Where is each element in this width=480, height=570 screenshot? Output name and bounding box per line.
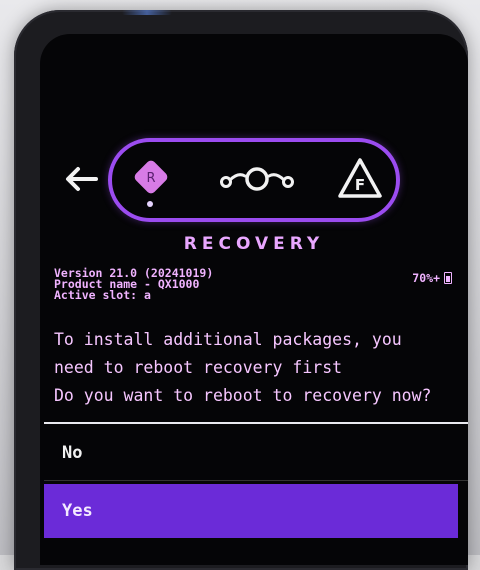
back-arrow-icon[interactable]: [60, 162, 102, 196]
mode-title: RECOVERY: [183, 234, 325, 254]
menu-divider: [44, 422, 468, 424]
battery-icon: [444, 272, 452, 284]
active-slot-text: Active slot: a: [54, 288, 151, 302]
menu-option-yes-label: Yes: [62, 501, 93, 521]
fastboot-f-letter: F: [355, 176, 365, 194]
recovery-r-letter: R: [146, 171, 155, 186]
recovery-screen: R F RECOVERY Version 21.0 (20241019) Pro…: [40, 34, 468, 565]
bezel-glint: [122, 10, 172, 15]
fastboot-f-icon[interactable]: F: [336, 156, 384, 200]
menu-option-no-label: No: [62, 443, 83, 463]
battery-percent: 70%+: [412, 271, 440, 285]
prompt-message: To install additional packages, you need…: [54, 326, 432, 410]
prompt-line-1: To install additional packages, you: [54, 330, 402, 349]
recovery-r-icon[interactable]: R: [130, 156, 172, 198]
selected-indicator-dot: [147, 201, 153, 207]
prompt-line-3: Do you want to reboot to recovery now?: [54, 386, 432, 405]
battery-status: 70%+: [412, 271, 452, 285]
lineage-logo-icon[interactable]: [218, 162, 296, 196]
menu-option-yes[interactable]: Yes: [44, 484, 458, 538]
prompt-line-2: need to reboot recovery first: [54, 358, 343, 377]
menu-option-no[interactable]: No: [44, 426, 458, 480]
phone-body: R F RECOVERY Version 21.0 (20241019) Pro…: [14, 10, 468, 570]
menu-separator: [44, 480, 468, 481]
device-info: Version 21.0 (20241019) Product name - Q…: [54, 267, 213, 302]
